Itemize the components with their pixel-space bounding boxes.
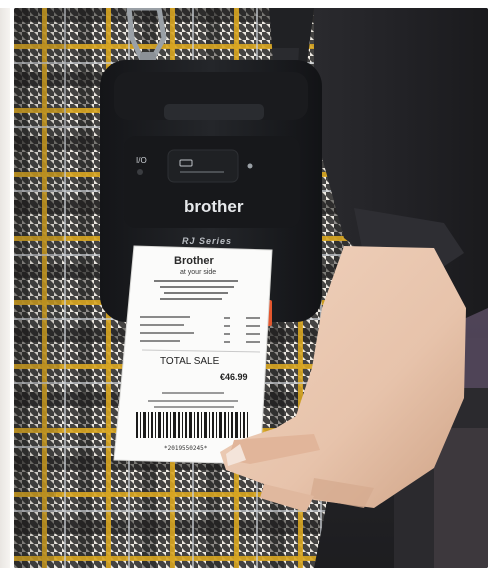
receipt-total-value: €46.99 <box>220 372 248 382</box>
receipt: Brother at your side TOTAL SALE €46.99 *… <box>113 245 273 465</box>
photo: I/O brother RJ Series Brother at your si… <box>14 8 488 568</box>
receipt-shop-name: Brother <box>174 255 214 267</box>
receipt-tagline: at your side <box>180 269 216 276</box>
power-button-icon <box>137 169 143 175</box>
photo-scene: I/O brother RJ Series Brother at your si… <box>14 8 488 568</box>
power-label: I/O <box>136 156 147 165</box>
adjacent-photo-edge <box>0 8 10 568</box>
receipt-total-label: TOTAL SALE <box>160 356 220 367</box>
button-bar <box>164 104 264 120</box>
series-label: RJ Series <box>182 236 232 246</box>
brand-logo: brother <box>184 197 244 216</box>
status-display <box>167 149 239 183</box>
receipt-barcode-number: *2019550245* <box>164 445 208 452</box>
receipt-barcode <box>136 412 248 438</box>
wifi-icon <box>247 163 253 169</box>
image-frame: I/O brother RJ Series Brother at your si… <box>0 0 495 575</box>
